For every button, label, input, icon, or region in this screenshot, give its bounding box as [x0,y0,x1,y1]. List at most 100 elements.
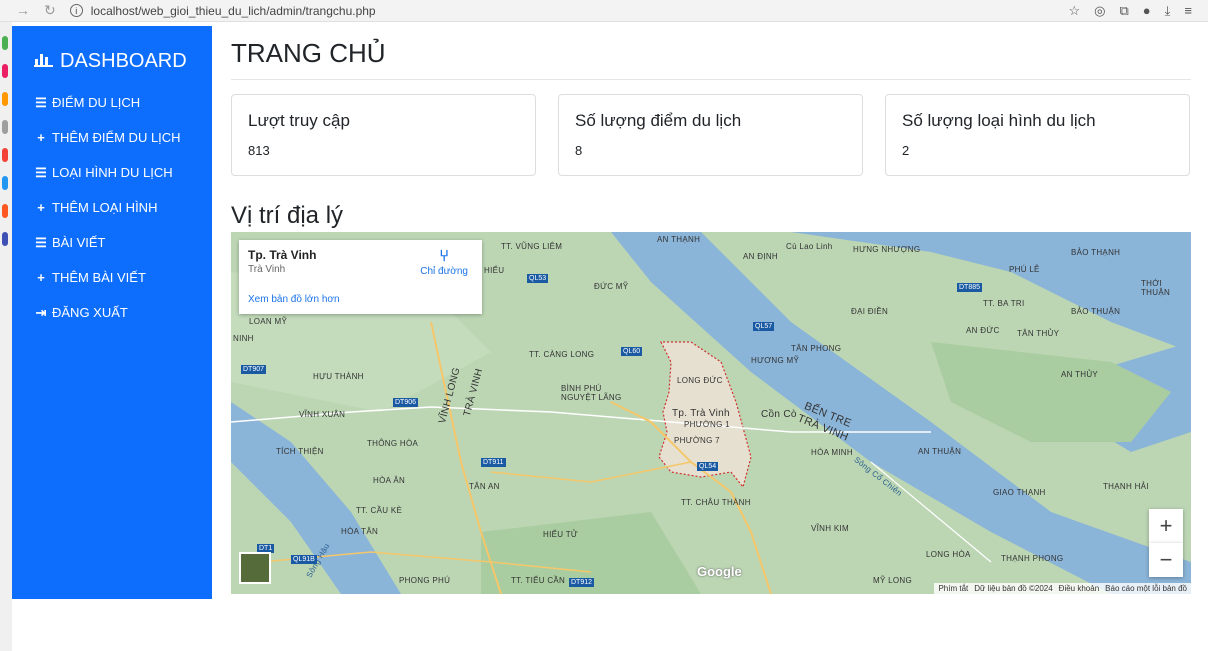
page-title: TRANG CHỦ [231,26,1191,80]
sidebar-item-them-diem-du-lich[interactable]: + THÊM ĐIỂM DU LỊCH [34,120,190,155]
map-label: TÂN THỦY [1017,329,1060,338]
app-icon[interactable] [2,64,8,78]
map-label: VĨNH XUÂN [299,410,346,419]
stat-card-visits: Lượt truy cập 813 [231,94,536,176]
zoom-out-button[interactable]: − [1149,543,1183,577]
section-title: Vị trí địa lý [231,202,344,229]
map-label: AN ĐỊNH [743,252,778,261]
road-badge: QL54 [697,462,719,471]
map-label: LONG ĐỨC [677,376,723,385]
map-label: TT. CÀNG LONG [529,350,595,359]
stats-cards: Lượt truy cập 813 Số lượng điểm du lịch … [231,94,1191,176]
sidebar-item-label: THÊM LOẠI HÌNH [52,200,158,215]
sidebar-item-label: BÀI VIẾT [52,235,106,250]
list-icon: ☰ [35,94,47,110]
road-badge: QL57 [753,322,775,331]
map-label: HÒA ÂN [373,476,406,485]
sidebar-item-dang-xuat[interactable]: ⇥ ĐĂNG XUẤT [34,295,190,330]
map-label: AN THẠNH [657,235,701,244]
info-icon[interactable]: i [69,4,83,17]
left-app-strip [0,22,12,651]
chart-bar-icon [34,50,54,73]
stat-card-places: Số lượng điểm du lịch 8 [558,94,863,176]
star-icon[interactable]: ☆ [1069,3,1081,19]
map-data-text: Dữ liệu bản đồ ©2024 [974,584,1053,593]
browser-toolbar: → ↻ i localhost/web_gioi_thieu_du_lich/a… [0,0,1208,22]
profile-icon[interactable]: ● [1143,3,1151,19]
report-error-link[interactable]: Báo cáo một lỗi bản đồ [1105,584,1187,593]
sign-out-icon: ⇥ [35,304,47,320]
dashboard-brand[interactable]: DASHBOARD [34,50,190,73]
browser-actions: ☆ ◎ ⧉ ● ⤓ ≡ [1069,3,1208,19]
map-label: AN ĐỨC [966,326,1000,335]
embedded-map[interactable]: Cù Lao Linh AN ĐỊNH HƯNG NHƯỢNG BẢO THẠN… [231,232,1191,594]
map-label: PHƯỜNG 7 [674,436,720,445]
road-badge: QL91B [291,555,317,564]
extension-icon[interactable]: ◎ [1094,3,1105,19]
map-label: BÌNH PHÚ [561,384,602,393]
map-label: Cù Lao Linh [786,242,833,251]
satellite-toggle[interactable] [239,552,271,584]
sidebar-item-them-bai-viet[interactable]: + THÊM BÀI VIẾT [34,260,190,295]
app-icon[interactable] [2,148,8,162]
google-logo: Google [697,564,742,579]
map-label: ĐẠI ĐIỀN [851,307,889,316]
card-title: Lượt truy cập [248,111,350,130]
list-icon: ☰ [35,234,47,250]
forward-icon[interactable]: → [16,2,30,19]
card-title: Số lượng điểm du lịch [575,111,742,130]
map-label: ĐỨC MỸ [594,282,629,291]
app-icon[interactable] [2,204,8,218]
road-badge: QL53 [527,274,549,283]
map-label: TT. CHÂU THÀNH [681,498,751,507]
map-label: PHONG PHÚ [399,576,451,585]
main-content: TRANG CHỦ Lượt truy cập 813 Số lượng điể… [231,26,1191,230]
menu-icon[interactable]: ≡ [1184,3,1192,19]
app-icon[interactable] [2,36,8,50]
map-label: AN THỦY [1061,370,1099,379]
sidebar-item-bai-viet[interactable]: ☰ BÀI VIẾT [34,225,190,260]
app-icon[interactable] [2,120,8,134]
sidebar-item-label: LOẠI HÌNH DU LỊCH [52,165,173,180]
larger-map-link[interactable]: Xem bản đồ lớn hơn [248,294,340,305]
directions-button[interactable]: ⑂ Chỉ đường [420,248,468,277]
plus-icon: + [37,130,45,145]
app-icon[interactable] [2,92,8,106]
stat-card-types: Số lượng loại hình du lịch 2 [885,94,1190,176]
terms-link[interactable]: Điều khoản [1059,584,1099,593]
sidebar-item-them-loai-hinh[interactable]: + THÊM LOẠI HÌNH [34,190,190,225]
address-bar[interactable]: i localhost/web_gioi_thieu_du_lich/admin… [69,4,376,18]
map-place-card: Tp. Trà Vinh Trà Vinh ⑂ Chỉ đường Xem bả… [239,240,482,314]
map-label: TÂN PHONG [791,344,842,353]
app-icon[interactable] [2,176,8,190]
road-badge: DT907 [241,365,267,374]
keyboard-shortcuts-link[interactable]: Phím tắt [938,584,968,593]
map-label: THẠNH HẢI [1103,482,1149,491]
directions-icon: ⑂ [439,248,449,265]
zoom-in-button[interactable]: + [1149,509,1183,543]
map-label: VĨNH KIM [811,524,849,533]
sidebar-item-label: THÊM ĐIỂM DU LỊCH [52,130,181,145]
puzzle-icon[interactable]: ⧉ [1120,3,1129,19]
map-label: TT. VŨNG LIÊM [501,242,563,251]
map-label: HIẾU TỬ [543,530,579,539]
sidebar-item-label: THÊM BÀI VIẾT [52,270,146,285]
card-value: 8 [575,143,583,158]
map-label: THẠNH PHONG [1001,554,1064,563]
sidebar-item-diem-du-lich[interactable]: ☰ ĐIỂM DU LỊCH [34,85,190,120]
app-icon[interactable] [2,232,8,246]
road-badge: DT885 [957,283,983,292]
map-label: NGUYỆT LÃNG [561,393,622,402]
sidebar-item-loai-hinh-du-lich[interactable]: ☰ LOẠI HÌNH DU LỊCH [34,155,190,190]
map-label: LOAN MỸ [249,317,288,326]
map-label: HIẾU [484,266,505,275]
map-label: PHÚ LỄ [1009,265,1040,274]
reload-icon[interactable]: ↻ [44,2,56,19]
road-badge: DT906 [393,398,419,407]
map-label: PHƯỜNG 1 [684,420,730,429]
map-label: HÒA MINH [811,448,853,457]
map-label: TÍCH THIỆN [276,447,324,456]
download-icon[interactable]: ⤓ [1165,3,1171,19]
card-value: 813 [248,143,270,158]
map-label: Tp. Trà Vinh [672,408,730,419]
